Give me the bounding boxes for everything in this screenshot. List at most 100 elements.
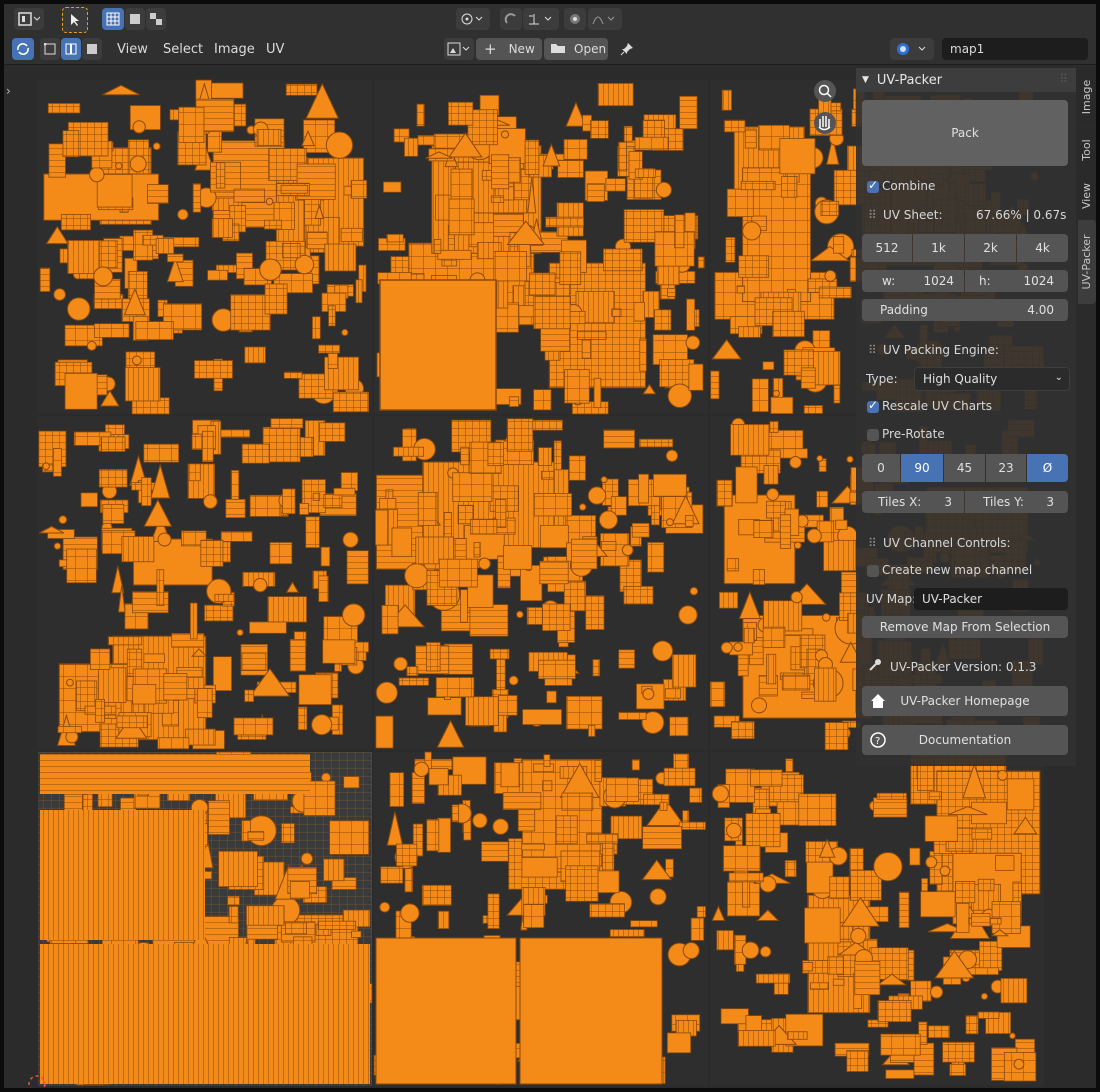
uv-island: [392, 446, 424, 457]
expand-toolbar-icon[interactable]: ›: [6, 84, 11, 98]
uv-island: [779, 514, 792, 549]
remove-map-button[interactable]: Remove Map From Selection: [862, 616, 1068, 638]
tiles-y-label: Tiles Y:: [983, 495, 1024, 509]
snap-icon[interactable]: [500, 8, 522, 30]
uv-face-mode-icon[interactable]: [82, 38, 102, 60]
uv-vertex-mode-icon[interactable]: [40, 38, 60, 60]
menu-image[interactable]: Image: [214, 42, 255, 57]
uv-island: [832, 978, 845, 986]
pack-button[interactable]: Pack: [862, 100, 1068, 166]
falloff-icon[interactable]: [588, 8, 622, 30]
select-mode-face-icon[interactable]: [146, 8, 166, 30]
tiles-y-field[interactable]: Tiles Y: 3: [965, 491, 1068, 513]
pivot-icon[interactable]: [456, 8, 490, 30]
open-image-button[interactable]: Open: [544, 38, 608, 60]
combine-checkbox[interactable]: [867, 178, 879, 193]
rotation-45-button[interactable]: 45: [944, 454, 985, 482]
uv-island: [203, 494, 218, 509]
uv-edge-mode-icon[interactable]: [61, 38, 81, 60]
uv-island: [605, 777, 639, 802]
tab-view[interactable]: View: [1078, 174, 1096, 218]
uv-island: [496, 654, 506, 691]
select-cursor-icon[interactable]: [62, 7, 88, 33]
editor-type-button[interactable]: [14, 8, 44, 30]
select-mode-edge-icon[interactable]: [125, 8, 145, 30]
size-1k-button[interactable]: 1k: [913, 234, 964, 262]
zoom-icon[interactable]: [814, 80, 836, 102]
proportional-edit-icon[interactable]: [564, 8, 586, 30]
height-field[interactable]: h: 1024: [965, 270, 1068, 292]
uv-island: [40, 754, 310, 794]
uv-island: [207, 269, 228, 281]
uv-island: [678, 821, 706, 831]
menu-uv[interactable]: UV: [266, 42, 284, 57]
rotation-90-button[interactable]: 90: [901, 454, 943, 482]
rotation-free-button[interactable]: Ø: [1027, 454, 1068, 482]
uv-island: [80, 492, 98, 508]
tab-tool[interactable]: Tool: [1078, 128, 1096, 172]
size-2k-button[interactable]: 2k: [965, 234, 1016, 262]
uv-island: [678, 605, 698, 625]
snap-target-icon[interactable]: [523, 8, 559, 30]
collapse-arrow-icon[interactable]: ▼: [862, 75, 869, 85]
uv-island: [759, 945, 772, 958]
uv-island: [426, 642, 441, 672]
uv-island: [129, 155, 147, 173]
uv-island: [327, 353, 338, 369]
menu-view[interactable]: View: [117, 42, 148, 57]
tab-uv-packer[interactable]: UV-Packer: [1078, 220, 1096, 304]
uv-island: [157, 532, 172, 547]
uv-island: [634, 168, 656, 178]
uv-island: [500, 130, 510, 139]
tab-view-label: View: [1080, 182, 1093, 210]
rescale-checkbox[interactable]: [867, 398, 879, 413]
drag-handle-icon[interactable]: ⠿: [1059, 72, 1068, 86]
uv-map-browse-icon[interactable]: [890, 38, 934, 60]
size-4k-button[interactable]: 4k: [1017, 234, 1068, 262]
rotation-0-button[interactable]: 0: [862, 454, 900, 482]
uv-island: [786, 1031, 808, 1040]
padding-field[interactable]: Padding 4.00: [862, 299, 1068, 321]
uv-sheet-collapse-icon[interactable]: ⠿: [868, 208, 877, 222]
tiles-x-field[interactable]: Tiles X: 3: [862, 491, 964, 513]
create-channel-checkbox[interactable]: [867, 565, 879, 577]
pin-icon[interactable]: [616, 38, 638, 60]
rotation-23-button[interactable]: 23: [986, 454, 1026, 482]
uv-island: [66, 678, 74, 687]
uv-island: [563, 139, 588, 160]
pan-hand-icon[interactable]: [814, 112, 836, 134]
uv-map-field[interactable]: UV-Packer: [914, 588, 1068, 610]
documentation-button[interactable]: ? Documentation: [862, 725, 1068, 755]
uv-island: [730, 424, 770, 456]
padding-label: Padding: [880, 303, 928, 317]
uv-island: [789, 456, 802, 469]
uv-island: [306, 231, 328, 250]
uv-island: [738, 326, 761, 338]
uv-island: [89, 166, 105, 183]
width-field[interactable]: w: 1024: [862, 270, 964, 292]
prerotate-checkbox[interactable]: [867, 429, 879, 441]
channel-collapse-icon[interactable]: ⠿: [868, 536, 877, 550]
uv-island: [873, 797, 908, 818]
engine-collapse-icon[interactable]: ⠿: [868, 343, 877, 357]
homepage-button[interactable]: UV-Packer Homepage: [862, 686, 1068, 716]
new-image-button[interactable]: + New: [476, 38, 542, 60]
uv-island: [506, 418, 534, 452]
type-dropdown[interactable]: High Quality ⌄: [914, 367, 1070, 391]
uv-map-name-field[interactable]: map1: [942, 38, 1088, 60]
menu-select[interactable]: Select: [163, 42, 203, 57]
uv-island: [876, 792, 907, 800]
panel-header[interactable]: ▼ UV-Packer ⠿: [856, 68, 1076, 92]
prerotate-label: Pre-Rotate: [882, 427, 945, 441]
uv-island: [102, 503, 125, 524]
select-mode-vertex-icon[interactable]: [102, 8, 124, 30]
tab-image[interactable]: Image: [1078, 68, 1096, 126]
uv-island: [601, 541, 617, 551]
uv-island: [750, 697, 768, 714]
size-512-button[interactable]: 512: [862, 234, 912, 262]
uv-island: [772, 389, 780, 398]
uv-island: [211, 82, 244, 99]
sync-selection-icon[interactable]: [12, 38, 34, 60]
uv-island: [351, 930, 362, 938]
image-browse-icon[interactable]: [444, 38, 474, 60]
